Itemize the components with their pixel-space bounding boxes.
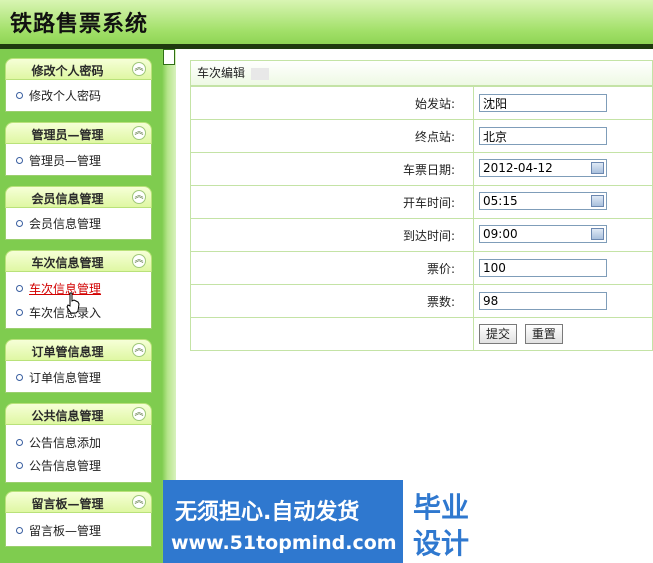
app-title: 铁路售票系统 [10, 12, 149, 37]
sidebar-item-notice-manage[interactable]: 公告信息管理 [16, 457, 101, 474]
calendar-icon[interactable] [591, 228, 604, 240]
form-row-arrive: 到达时间: [190, 218, 653, 252]
field-label: 始发站: [190, 86, 474, 120]
form-row-count: 票数: [190, 284, 653, 318]
group-title: 会员信息管理 [31, 192, 104, 206]
field-label: 车票日期: [190, 152, 474, 186]
hand-cursor-icon [66, 292, 80, 314]
arrive-time-input[interactable] [479, 225, 607, 243]
field-label: 票数: [190, 284, 474, 318]
app-header: 铁路售票系统 [0, 0, 653, 44]
group-title: 车次信息管理 [31, 256, 104, 270]
group-body: 管理员—管理 [5, 144, 152, 176]
group-title: 修改个人密码 [31, 64, 104, 78]
group-header[interactable]: 管理员—管理 ︽ [5, 122, 152, 144]
collapse-icon[interactable]: ︽ [132, 62, 146, 76]
sidebar-item-members[interactable]: 会员信息管理 [16, 215, 101, 232]
form-row-depart: 开车时间: [190, 185, 653, 219]
bullet-icon [16, 309, 23, 316]
group-header[interactable]: 车次信息管理 ︽ [5, 250, 152, 272]
form-row-date: 车票日期: [190, 152, 653, 186]
group-body: 订单信息管理 [5, 361, 152, 393]
group-header[interactable]: 公共信息管理 ︽ [5, 403, 152, 425]
title-blur [251, 68, 269, 80]
field-label: 开车时间: [190, 185, 474, 219]
sidebar-group-notices: 公共信息管理 ︽ 公告信息添加 公告信息管理 [5, 403, 152, 483]
field-label: 票价: [190, 251, 474, 285]
bullet-icon [16, 462, 23, 469]
form-title-bar: 车次编辑 [190, 60, 653, 86]
group-body: 修改个人密码 [5, 80, 152, 112]
bullet-icon [16, 439, 23, 446]
group-title: 管理员—管理 [31, 128, 104, 142]
form-row-price: 票价: [190, 251, 653, 285]
watermark-badge-line1: 毕业 [413, 491, 470, 524]
bullet-icon [16, 220, 23, 227]
bullet-icon [16, 92, 23, 99]
depart-time-input[interactable] [479, 192, 607, 210]
watermark-line2: www.51topmind.com [171, 532, 397, 554]
watermark-banner: 无须担心.自动发货 www.51topmind.com 毕业 设计 [163, 480, 490, 563]
start-station-input[interactable] [479, 94, 607, 112]
group-title: 公共信息管理 [31, 409, 104, 423]
collapse-icon[interactable]: ︽ [132, 190, 146, 204]
group-header[interactable]: 会员信息管理 ︽ [5, 186, 152, 208]
watermark-badge: 毕业 设计 [403, 480, 490, 563]
collapse-icon[interactable]: ︽ [132, 254, 146, 268]
watermark-line1: 无须担心.自动发货 [175, 500, 360, 525]
group-title: 留言板—管理 [31, 497, 104, 511]
sidebar: 修改个人密码 ︽ 修改个人密码 管理员—管理 ︽ 管理员—管理 会员信息管理 ︽… [0, 49, 162, 563]
calendar-icon[interactable] [591, 162, 604, 174]
empty-cell [190, 317, 474, 351]
group-body: 公告信息添加 公告信息管理 [5, 425, 152, 483]
group-body: 留言板—管理 [5, 513, 152, 547]
sidebar-item-orders[interactable]: 订单信息管理 [16, 369, 101, 386]
bullet-icon [16, 527, 23, 534]
form-row-start: 始发站: [190, 86, 653, 120]
sidebar-toggle-button[interactable] [163, 49, 175, 65]
bullet-icon [16, 374, 23, 381]
field-label: 终点站: [190, 119, 474, 153]
form-row-actions: 提交 重置 [190, 317, 653, 351]
price-input[interactable] [479, 259, 607, 277]
sidebar-item-train-entry[interactable]: 车次信息录入 [16, 304, 101, 321]
group-header[interactable]: 留言板—管理 ︽ [5, 491, 152, 513]
form-row-end: 终点站: [190, 119, 653, 153]
sidebar-group-orders: 订单管信息理 ︽ 订单信息管理 [5, 339, 152, 393]
collapse-icon[interactable]: ︽ [132, 407, 146, 421]
sidebar-group-admin: 管理员—管理 ︽ 管理员—管理 [5, 122, 152, 176]
group-header[interactable]: 修改个人密码 ︽ [5, 58, 152, 80]
collapse-icon[interactable]: ︽ [132, 343, 146, 357]
ticket-date-input[interactable] [479, 159, 607, 177]
sidebar-item-train-manage[interactable]: 车次信息管理 [16, 280, 101, 297]
sidebar-group-trains: 车次信息管理 ︽ 车次信息管理 车次信息录入 [5, 250, 152, 329]
sidebar-item-notice-add[interactable]: 公告信息添加 [16, 434, 101, 451]
end-station-input[interactable] [479, 127, 607, 145]
bullet-icon [16, 285, 23, 292]
sidebar-group-password: 修改个人密码 ︽ 修改个人密码 [5, 58, 152, 112]
sidebar-group-messages: 留言板—管理 ︽ 留言板—管理 [5, 491, 152, 547]
calendar-icon[interactable] [591, 195, 604, 207]
form-table: 始发站: 终点站: 车票日期: 开车时间: 到达时间: 票价: 票数: [190, 86, 653, 351]
sidebar-item-admin[interactable]: 管理员—管理 [16, 152, 101, 169]
watermark-badge-line2: 设计 [413, 527, 470, 560]
reset-button[interactable]: 重置 [524, 324, 563, 344]
submit-button[interactable]: 提交 [479, 324, 518, 344]
collapse-icon[interactable]: ︽ [132, 495, 146, 509]
train-edit-form: 车次编辑 始发站: 终点站: 车票日期: 开车时间: 到达时间: 票价: 票数: [190, 60, 653, 351]
bullet-icon [16, 157, 23, 164]
group-title: 订单管信息理 [31, 345, 104, 359]
sidebar-item-messages[interactable]: 留言板—管理 [16, 522, 101, 539]
form-title: 车次编辑 [197, 66, 246, 80]
sidebar-group-members: 会员信息管理 ︽ 会员信息管理 [5, 186, 152, 240]
ticket-count-input[interactable] [479, 292, 607, 310]
sidebar-item-change-password[interactable]: 修改个人密码 [16, 87, 101, 104]
collapse-icon[interactable]: ︽ [132, 126, 146, 140]
group-body: 会员信息管理 [5, 208, 152, 240]
field-label: 到达时间: [190, 218, 474, 252]
group-header[interactable]: 订单管信息理 ︽ [5, 339, 152, 361]
